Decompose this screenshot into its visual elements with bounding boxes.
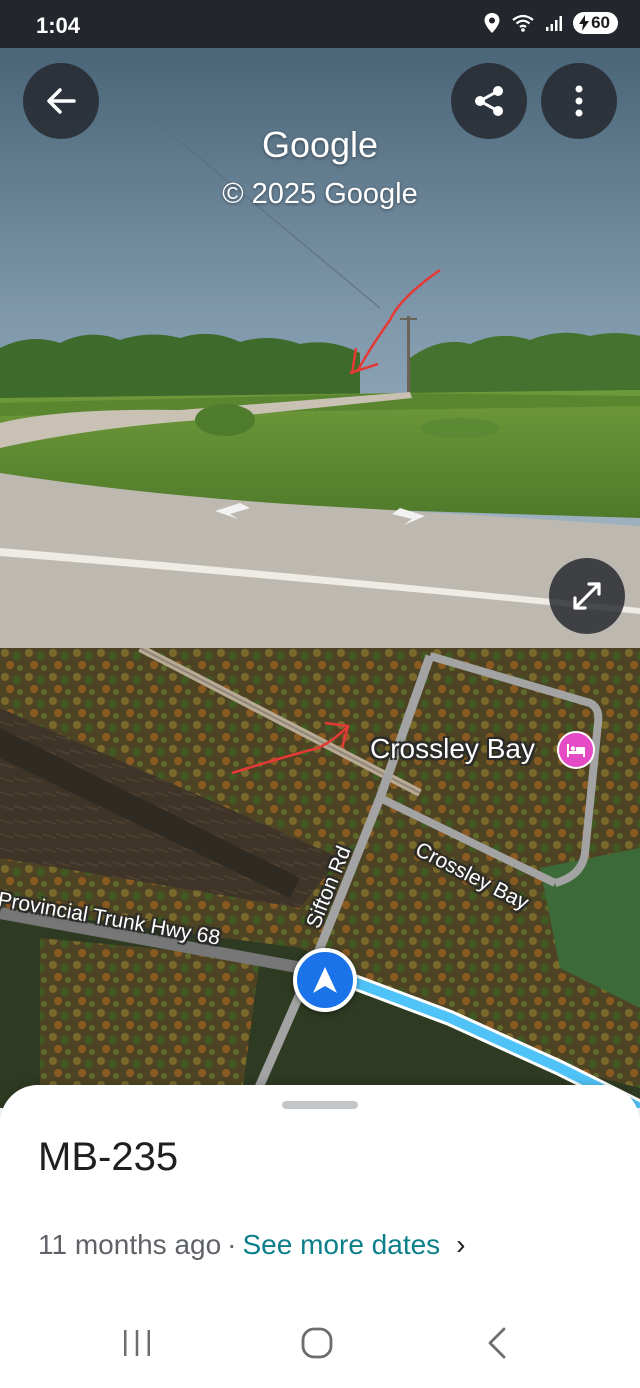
street-view-copyright: © 2025 Google — [222, 178, 418, 210]
battery-indicator: 60 — [573, 12, 618, 34]
street-view-title: Google — [261, 124, 379, 165]
more-options-button[interactable] — [541, 63, 617, 139]
location-icon — [484, 13, 500, 33]
fullscreen-button[interactable] — [549, 558, 625, 634]
status-bar: 1:04 60 — [0, 0, 640, 48]
separator: · — [227, 1229, 237, 1260]
capture-date-row: 11 months ago · See more dates › — [38, 1229, 466, 1261]
status-time: 1:04 — [36, 13, 81, 38]
system-nav-bar — [0, 1298, 640, 1388]
system-back-button[interactable] — [467, 1318, 527, 1368]
recents-icon — [124, 1330, 150, 1356]
battery-charging-icon — [579, 15, 590, 31]
street-view-panorama[interactable]: Google © 2025 Google — [0, 48, 640, 648]
capture-date: 11 months ago — [38, 1229, 222, 1260]
satellite-map[interactable]: Crossley Bay Crossley Bay Sifton Rd Prov… — [0, 648, 640, 1108]
navigation-arrow-icon — [313, 967, 337, 993]
current-location-pin[interactable] — [293, 948, 357, 1012]
hotel-icon — [567, 744, 585, 757]
see-more-dates-link[interactable]: See more dates — [243, 1229, 441, 1261]
back-nav-icon — [488, 1327, 506, 1359]
chevron-right-icon[interactable]: › — [456, 1229, 465, 1261]
share-button[interactable] — [451, 63, 527, 139]
battery-level: 60 — [591, 13, 610, 32]
recents-button[interactable] — [107, 1318, 167, 1368]
home-button[interactable] — [287, 1318, 347, 1368]
hotel-pin[interactable] — [557, 731, 595, 769]
signal-icon — [546, 16, 563, 31]
more-vert-icon — [575, 85, 583, 117]
home-icon — [301, 1327, 333, 1359]
share-icon — [475, 86, 503, 116]
back-icon — [47, 88, 76, 114]
status-icons: 60 — [483, 12, 618, 34]
wifi-icon — [512, 14, 534, 32]
crossley-bay-place-label[interactable]: Crossley Bay — [370, 733, 535, 765]
place-title: MB-235 — [38, 1135, 179, 1179]
fullscreen-icon — [573, 582, 601, 610]
drag-handle[interactable] — [282, 1101, 358, 1109]
